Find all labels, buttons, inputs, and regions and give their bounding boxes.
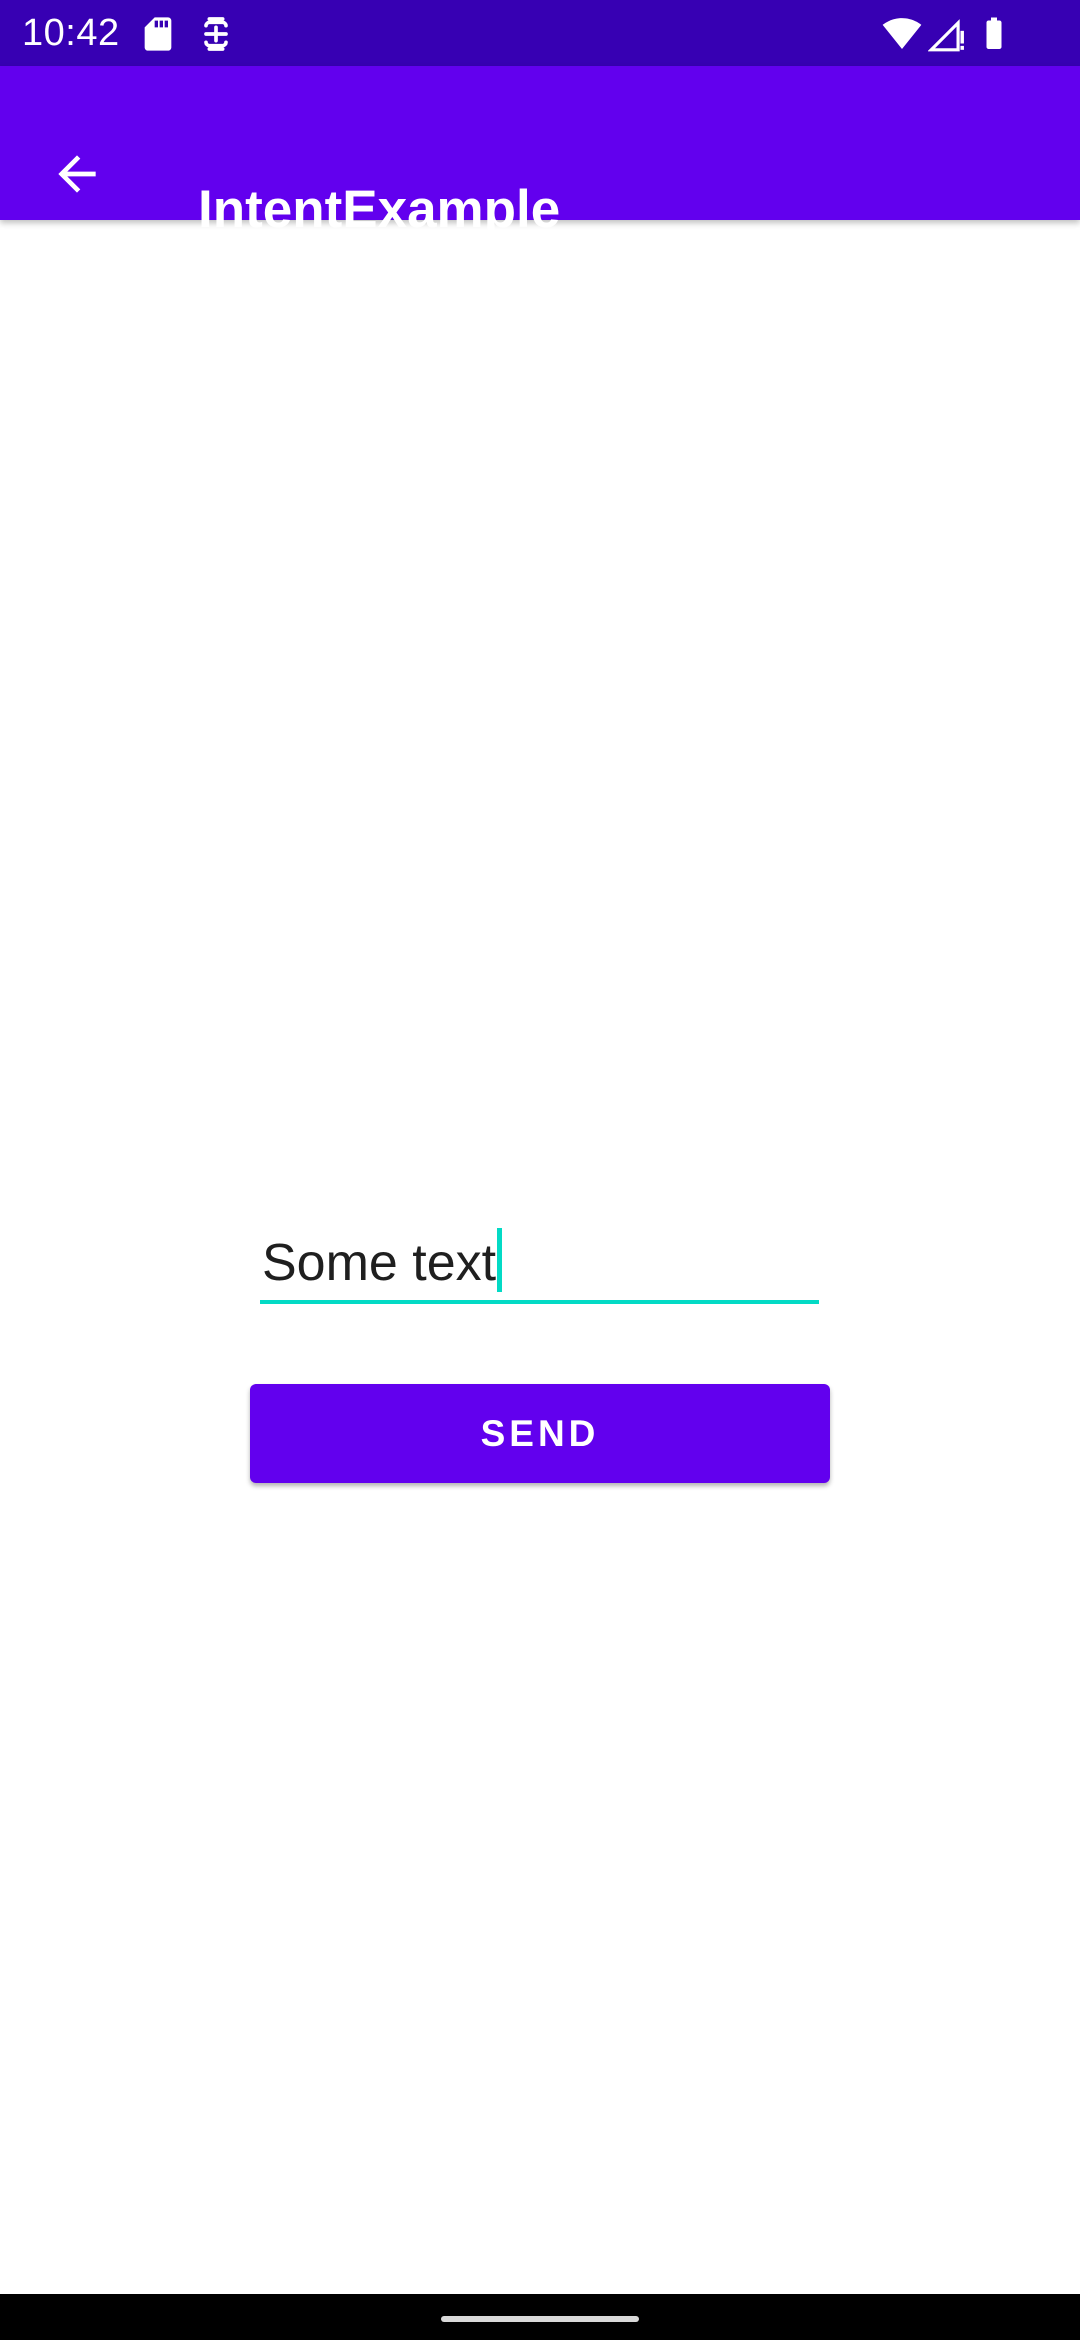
wifi-icon [880, 14, 924, 54]
cell-signal-icon [928, 14, 966, 54]
face-unlock-icon [196, 14, 236, 54]
arrow-back-icon [58, 155, 96, 193]
home-gesture-handle[interactable] [441, 2316, 639, 2322]
back-button[interactable] [42, 139, 112, 209]
app-bar: IntentExample [0, 66, 1080, 239]
message-input-text: Some text [262, 1234, 497, 1292]
status-bar: 10:42 [0, 0, 1080, 66]
screen: 10:42 IntentExample Some text SEND [0, 0, 1080, 2340]
status-time: 10:42 [22, 12, 120, 54]
send-button[interactable]: SEND [250, 1384, 830, 1483]
message-input[interactable]: Some text [260, 1216, 819, 1304]
text-cursor [497, 1228, 503, 1292]
app-title: IntentExample [198, 180, 561, 239]
message-input-value: Some text [262, 1228, 503, 1294]
sd-card-icon [138, 14, 178, 54]
battery-icon [976, 14, 1012, 54]
navigation-bar [0, 2294, 1080, 2340]
